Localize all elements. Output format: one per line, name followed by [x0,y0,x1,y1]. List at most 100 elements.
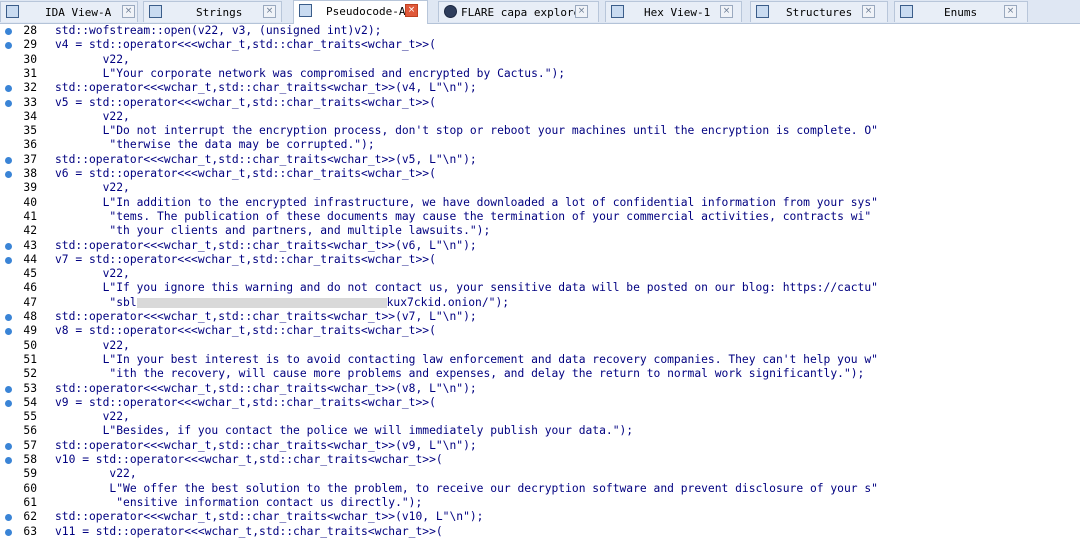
line-number: 33 [23,95,37,109]
breakpoint-dot-icon[interactable] [5,442,12,450]
code-line[interactable]: 34 v22, [0,110,1080,124]
code-line[interactable]: 33 v5 = std::operator<<<wchar_t,std::char… [0,96,1080,110]
code-line[interactable]: 40 L"In addition to the encrypted infras… [0,196,1080,210]
code-line[interactable]: 62 std::operator<<<wchar_t,std::char_trai… [0,510,1080,524]
line-number: 41 [23,209,37,223]
code-line[interactable]: 41 "tems. The publication of these docum… [0,210,1080,224]
tab-label: Hex View-1 [644,6,711,19]
code-line[interactable]: 61 "ensitive information contact us dire… [0,496,1080,510]
tab-hex-view-1[interactable]: Hex View-1 × [605,1,742,22]
line-number: 44 [23,252,37,266]
line-number: 55 [23,410,37,424]
line-number: 31 [23,66,37,80]
tab-enums[interactable]: Enums × [894,1,1028,22]
breakpoint-dot-icon[interactable] [5,242,12,250]
line-number: 42 [23,224,37,238]
redaction-block [136,297,387,308]
breakpoint-dot-icon[interactable] [5,99,12,107]
code-line[interactable]: 58 v10 = std::operator<<<wchar_t,std::cha… [0,453,1080,467]
close-icon[interactable]: × [720,5,733,18]
breakpoint-dot-icon[interactable] [5,171,12,178]
code-line[interactable]: 31 L"Your corporate network was compromi… [0,67,1080,81]
strings-icon [149,5,162,18]
line-number: 60 [23,481,37,495]
code-line[interactable]: 50 v22, [0,339,1080,353]
line-number: 52 [23,367,37,381]
code-text: v22, [55,338,130,352]
close-icon[interactable]: × [122,5,135,18]
tab-flare-capa-explorer[interactable]: FLARE capa explorer × [438,1,599,22]
code-line[interactable]: 29 v4 = std::operator<<<wchar_t,std::char… [0,38,1080,52]
tab-pseudocode-a[interactable]: Pseudocode-A × [293,0,428,24]
breakpoint-dot-icon[interactable] [5,256,12,264]
hex-icon [611,5,624,18]
code-line[interactable]: 53 std::operator<<<wchar_t,std::char_trai… [0,382,1080,396]
code-line[interactable]: 59 v22, [0,467,1080,481]
code-line[interactable]: 57 std::operator<<<wchar_t,std::char_trai… [0,439,1080,453]
code-line[interactable]: 46 L"If you ignore this warning and do n… [0,281,1080,295]
close-icon[interactable]: × [1004,5,1017,18]
code-line[interactable]: 36 "therwise the data may be corrupted."… [0,138,1080,152]
breakpoint-dot-icon[interactable] [5,42,12,50]
code-line[interactable]: 43 std::operator<<<wchar_t,std::char_trai… [0,239,1080,253]
code-text: std::operator<<<wchar_t,std::char_traits… [55,310,477,323]
pseudocode-view[interactable]: 28 std::wofstream::open(v22, v3, (unsigne… [0,24,1080,544]
code-text: v4 = std::operator<<<wchar_t,std::char_t… [55,38,436,52]
code-text: L"Your corporate network was compromised… [55,66,566,80]
breakpoint-dot-icon[interactable] [5,514,12,522]
code-line[interactable]: 55 v22, [0,410,1080,424]
close-icon[interactable]: × [263,5,276,18]
close-icon[interactable]: × [862,5,875,18]
code-line[interactable]: 60 L"We offer the best solution to the p… [0,482,1080,496]
line-number: 47 [23,295,37,309]
breakpoint-dot-icon[interactable] [5,385,12,393]
close-icon[interactable]: × [575,5,588,18]
code-line[interactable]: 48 std::operator<<<wchar_t,std::char_trai… [0,310,1080,324]
code-line[interactable]: 28 std::wofstream::open(v22, v3, (unsigne… [0,24,1080,38]
code-line[interactable]: 44 v7 = std::operator<<<wchar_t,std::char… [0,253,1080,267]
code-line[interactable]: 51 L"In your best interest is to avoid c… [0,353,1080,367]
code-line[interactable]: 32 std::operator<<<wchar_t,std::char_trai… [0,81,1080,95]
line-number: 49 [23,324,37,338]
tab-label: IDA View-A [45,6,112,19]
breakpoint-dot-icon[interactable] [5,399,12,407]
code-text: L"In addition to the encrypted infrastru… [55,195,878,209]
code-line[interactable]: 45 v22, [0,267,1080,281]
tab-label: FLARE capa explorer [461,6,587,19]
breakpoint-dot-icon[interactable] [5,314,12,321]
code-line[interactable]: 47 "sbl kux7ckid.onion/"); [0,296,1080,310]
code-line[interactable]: 37 std::operator<<<wchar_t,std::char_trai… [0,153,1080,167]
code-text: "th your clients and partners, and multi… [55,224,491,238]
breakpoint-dot-icon[interactable] [5,85,12,93]
code-text: L"In your best interest is to avoid cont… [55,352,878,366]
breakpoint-dot-icon[interactable] [5,156,12,164]
line-number: 50 [23,338,37,352]
code-line[interactable]: 35 L"Do not interrupt the encryption pro… [0,124,1080,138]
code-line[interactable]: 63 v11 = std::operator<<<wchar_t,std::cha… [0,525,1080,539]
code-text: std::operator<<<wchar_t,std::char_traits… [55,81,477,95]
code-text: v7 = std::operator<<<wchar_t,std::char_t… [55,252,436,266]
code-line[interactable]: 42 "th your clients and partners, and mu… [0,224,1080,238]
code-line[interactable]: 54 v9 = std::operator<<<wchar_t,std::char… [0,396,1080,410]
code-line[interactable]: 49 v8 = std::operator<<<wchar_t,std::char… [0,324,1080,338]
code-text: v22, [55,267,130,281]
code-line[interactable]: 52 "ith the recovery, will cause more pr… [0,367,1080,381]
line-number: 56 [23,424,37,438]
close-icon[interactable]: × [405,4,418,17]
breakpoint-dot-icon[interactable] [5,528,12,536]
tab-ida-view-a[interactable]: IDA View-A × [0,1,138,22]
breakpoint-dot-icon[interactable] [5,328,12,336]
code-line[interactable]: 30 v22, [0,53,1080,67]
tab-strings[interactable]: Strings × [143,1,282,22]
line-number: 46 [23,281,37,295]
breakpoint-dot-icon[interactable] [5,28,12,35]
code-line[interactable]: 56 L"Besides, if you contact the police … [0,424,1080,438]
tab-structures[interactable]: Structures × [750,1,888,22]
code-text: std::operator<<<wchar_t,std::char_traits… [55,152,477,166]
code-text-part: "sbl [55,295,137,309]
code-text: "tems. The publication of these document… [55,209,872,223]
breakpoint-dot-icon[interactable] [5,457,12,464]
code-line[interactable]: 38 v6 = std::operator<<<wchar_t,std::char… [0,167,1080,181]
code-line[interactable]: 39 v22, [0,181,1080,195]
line-number: 38 [23,167,37,180]
